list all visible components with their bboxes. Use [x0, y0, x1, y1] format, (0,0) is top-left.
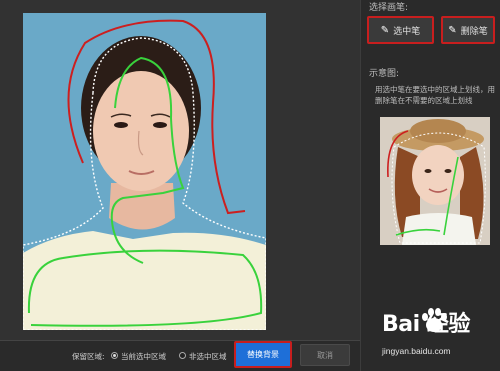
- erase-pen-label: 删除笔: [460, 26, 488, 37]
- watermark-url: jingyan.baidu.com: [382, 346, 451, 356]
- select-pen-title: 选择画笔:: [369, 3, 409, 13]
- watermark-logo: Bai 经验: [382, 312, 470, 337]
- erase-pen-button[interactable]: ✎ 删除笔: [441, 16, 495, 44]
- option-non-selected-label[interactable]: 非选中区域: [189, 351, 227, 362]
- editor-canvas-area: [0, 0, 360, 340]
- radio-current-selection[interactable]: [111, 352, 118, 359]
- replace-background-button[interactable]: 替换背景: [234, 341, 292, 368]
- select-pen-label: 选中笔: [393, 26, 421, 37]
- cancel-button[interactable]: 取消: [300, 344, 350, 366]
- background-replace-window: 选择画笔: ✎ 选中笔 ✎ 删除笔 示意图: 用选中笔在要选中的区域上划线，用删…: [0, 0, 500, 371]
- example-illustration: [380, 117, 490, 245]
- radio-non-selected[interactable]: [179, 352, 186, 359]
- photo-illustration: [23, 13, 266, 330]
- example-title: 示意图:: [369, 69, 400, 79]
- example-image: [380, 117, 490, 245]
- pen-icon: ✎: [380, 24, 390, 36]
- hint-text: 用选中笔在要选中的区域上划线，用删除笔在不需要的区域上划线: [375, 85, 495, 105]
- option-current-label[interactable]: 当前选中区域: [121, 351, 166, 362]
- eraser-pen-icon: ✎: [448, 24, 457, 36]
- photo-canvas[interactable]: [23, 13, 266, 330]
- baidu-jingyan-watermark: Bai 经验 jingyan.baidu.com: [382, 306, 494, 368]
- select-pen-button[interactable]: ✎ 选中笔: [367, 16, 434, 44]
- keep-region-label: 保留区域:: [72, 352, 105, 361]
